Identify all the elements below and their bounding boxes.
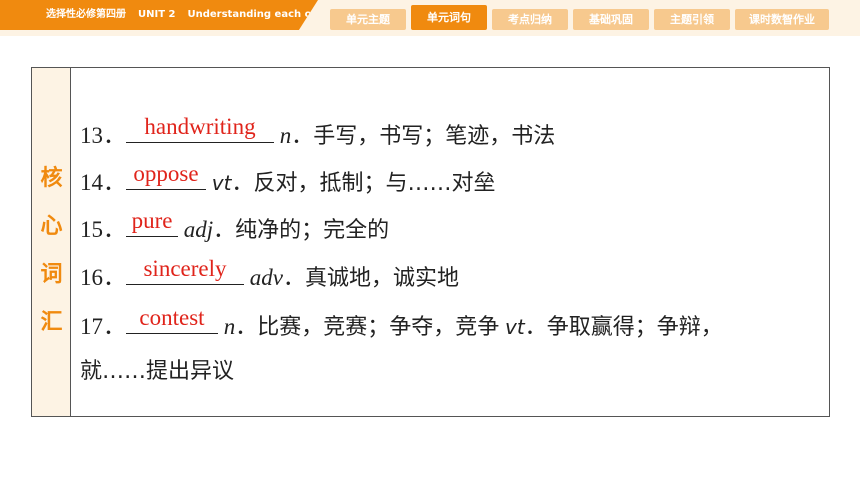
list-item-continuation: 就……提出异议 [80,359,235,384]
answer-blank: oppose [126,161,206,190]
side-label: 核 心 词 汇 [32,68,71,416]
vocab-panel: 核 心 词 汇 13． handwriting n．手写，书写；笔迹，书法 14．… [31,67,830,417]
unit-number: UNIT 2 [138,9,176,20]
list-item: 15． pure adj．纯净的；完全的 [80,208,390,243]
answer-text: sincerely [143,256,227,281]
list-item: 13． handwriting n．手写，书写；笔迹，书法 [80,114,556,149]
list-item: 17． contest n．比赛，竞赛；争夺，竞争 vt．争取赢得；争辩， [80,305,723,340]
list-item: 14． oppose vt．反对，抵制；与……对垒 [80,161,496,196]
vocab-list: 13． handwriting n．手写，书写；笔迹，书法 14． oppose v… [80,68,829,416]
book-label: 选择性必修第四册 UNIT 2 Understanding each other [0,0,318,30]
answer-blank: pure [126,208,178,237]
side-char: 核 [40,166,63,191]
answer-blank: handwriting [126,114,274,143]
tab-key-points[interactable]: 考点归纳 [492,9,568,30]
book-title: 选择性必修第四册 [46,9,126,20]
answer-text: handwriting [144,114,256,139]
answer-blank: contest [126,305,218,334]
tab-unit-words[interactable]: 单元词句 [411,5,487,30]
answer-blank: sincerely [126,256,244,285]
top-bar: 选择性必修第四册 UNIT 2 Understanding each other 单… [0,0,860,36]
side-char: 词 [40,262,63,287]
answer-text: oppose [133,161,199,186]
answer-text: contest [139,305,205,330]
tab-homework[interactable]: 课时数智作业 [735,9,829,30]
side-char: 汇 [40,310,63,335]
unit-title: Understanding each other [187,9,336,20]
tab-basic-practice[interactable]: 基础巩固 [573,9,649,30]
tab-theme-guide[interactable]: 主题引领 [654,9,730,30]
tab-unit-theme[interactable]: 单元主题 [330,9,406,30]
answer-text: pure [131,208,173,233]
side-char: 心 [40,214,63,239]
list-item: 16． sincerely adv．真诚地，诚实地 [80,256,459,291]
